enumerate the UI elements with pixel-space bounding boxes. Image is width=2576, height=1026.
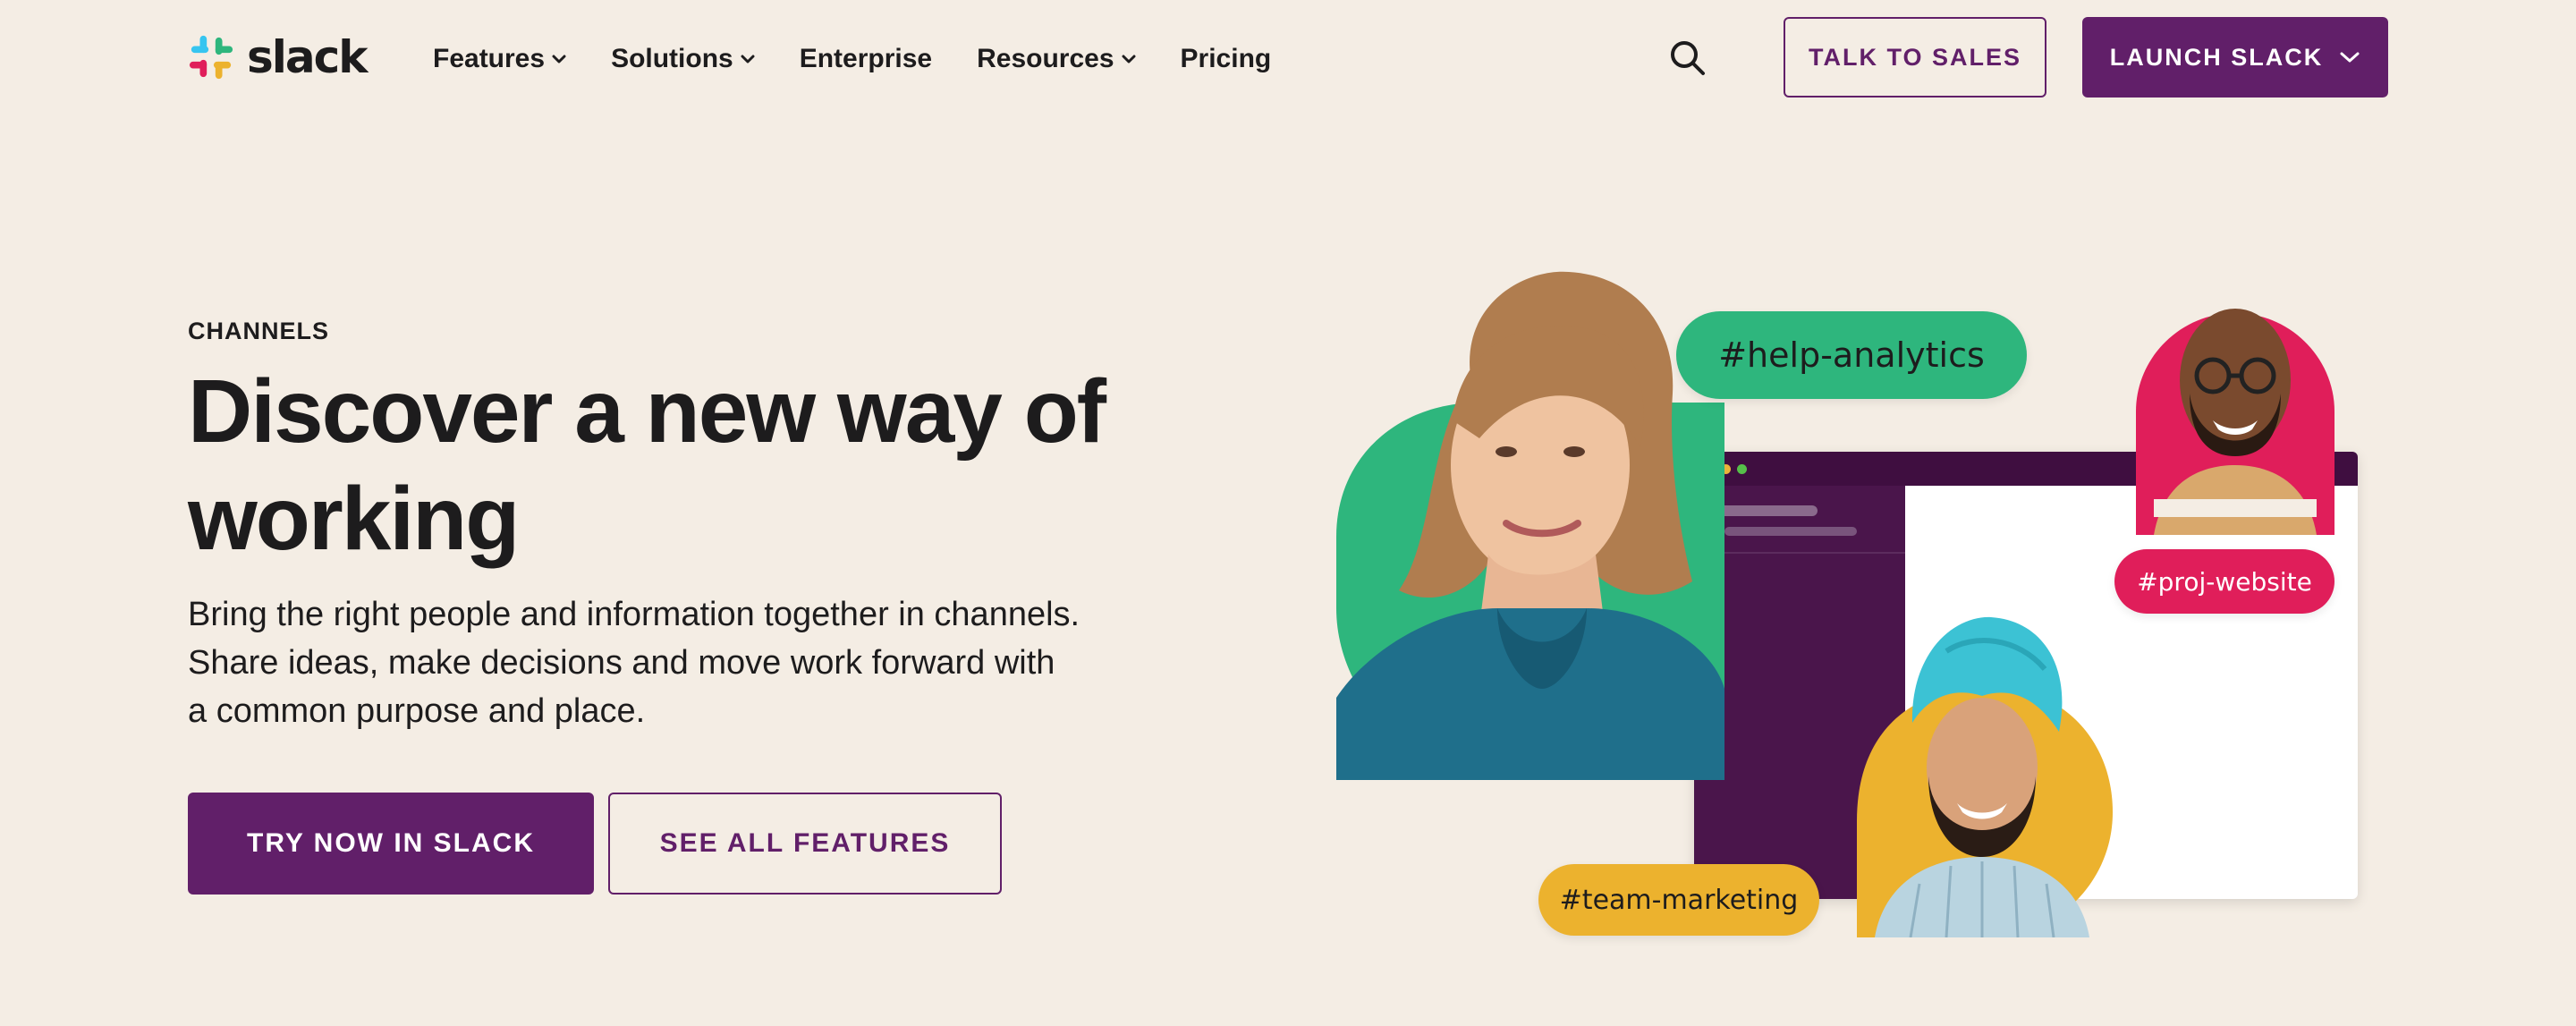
nav-item-label: Enterprise [799,44,933,73]
nav-item-resources[interactable]: Resources [977,44,1136,74]
primary-nav: Features Solutions Enterprise Resources … [433,38,1316,81]
top-navigation: slack Features Solutions Enterprise Reso… [0,0,2576,116]
chevron-down-icon [741,55,755,64]
nav-item-label: Features [433,44,546,73]
nav-item-label: Resources [977,44,1114,73]
search-icon [1671,41,1705,75]
nav-item-features[interactable]: Features [433,44,566,74]
section-eyebrow: CHANNELS [188,318,330,344]
channel-tag-team-marketing: #team-marketing [1538,864,1819,936]
launch-slack-button[interactable]: LAUNCH SLACK [2082,17,2388,98]
talk-to-sales-button[interactable]: TALK TO SALES [1784,17,2046,98]
try-now-in-slack-button[interactable]: TRY NOW IN SLACK [188,793,594,895]
search-button[interactable] [1665,36,1710,81]
channel-tag-help-analytics: #help-analytics [1676,311,2027,399]
nav-item-label: Pricing [1180,44,1272,73]
hero-description: Bring the right people and information t… [188,596,1080,730]
sidebar-placeholder-bar [1710,505,1818,516]
hero-headline: Discover a new way of working [188,361,1106,569]
sidebar-divider [1694,552,1905,554]
channel-tag-proj-website: #proj-website [2114,549,2334,614]
person-portrait-man-turban [1857,598,2113,937]
nav-item-pricing[interactable]: Pricing [1181,44,1272,74]
window-maximize-dot [1737,464,1747,474]
launch-slack-label: LAUNCH SLACK [2109,43,2324,71]
sidebar-placeholder-bar [1724,527,1857,536]
slack-logo[interactable]: slack [188,30,369,84]
chevron-down-icon [1122,55,1136,64]
slack-wordmark: slack [247,31,369,83]
slack-logo-icon [189,35,233,80]
chevron-down-icon [2340,52,2360,63]
nav-item-enterprise[interactable]: Enterprise [800,44,932,74]
person-portrait-woman [1336,268,1724,780]
chevron-down-icon [552,55,566,64]
see-all-features-button[interactable]: SEE ALL FEATURES [608,793,1002,895]
person-portrait-man-glasses [2136,277,2334,535]
nav-item-solutions[interactable]: Solutions [611,44,755,74]
nav-item-label: Solutions [611,44,733,73]
